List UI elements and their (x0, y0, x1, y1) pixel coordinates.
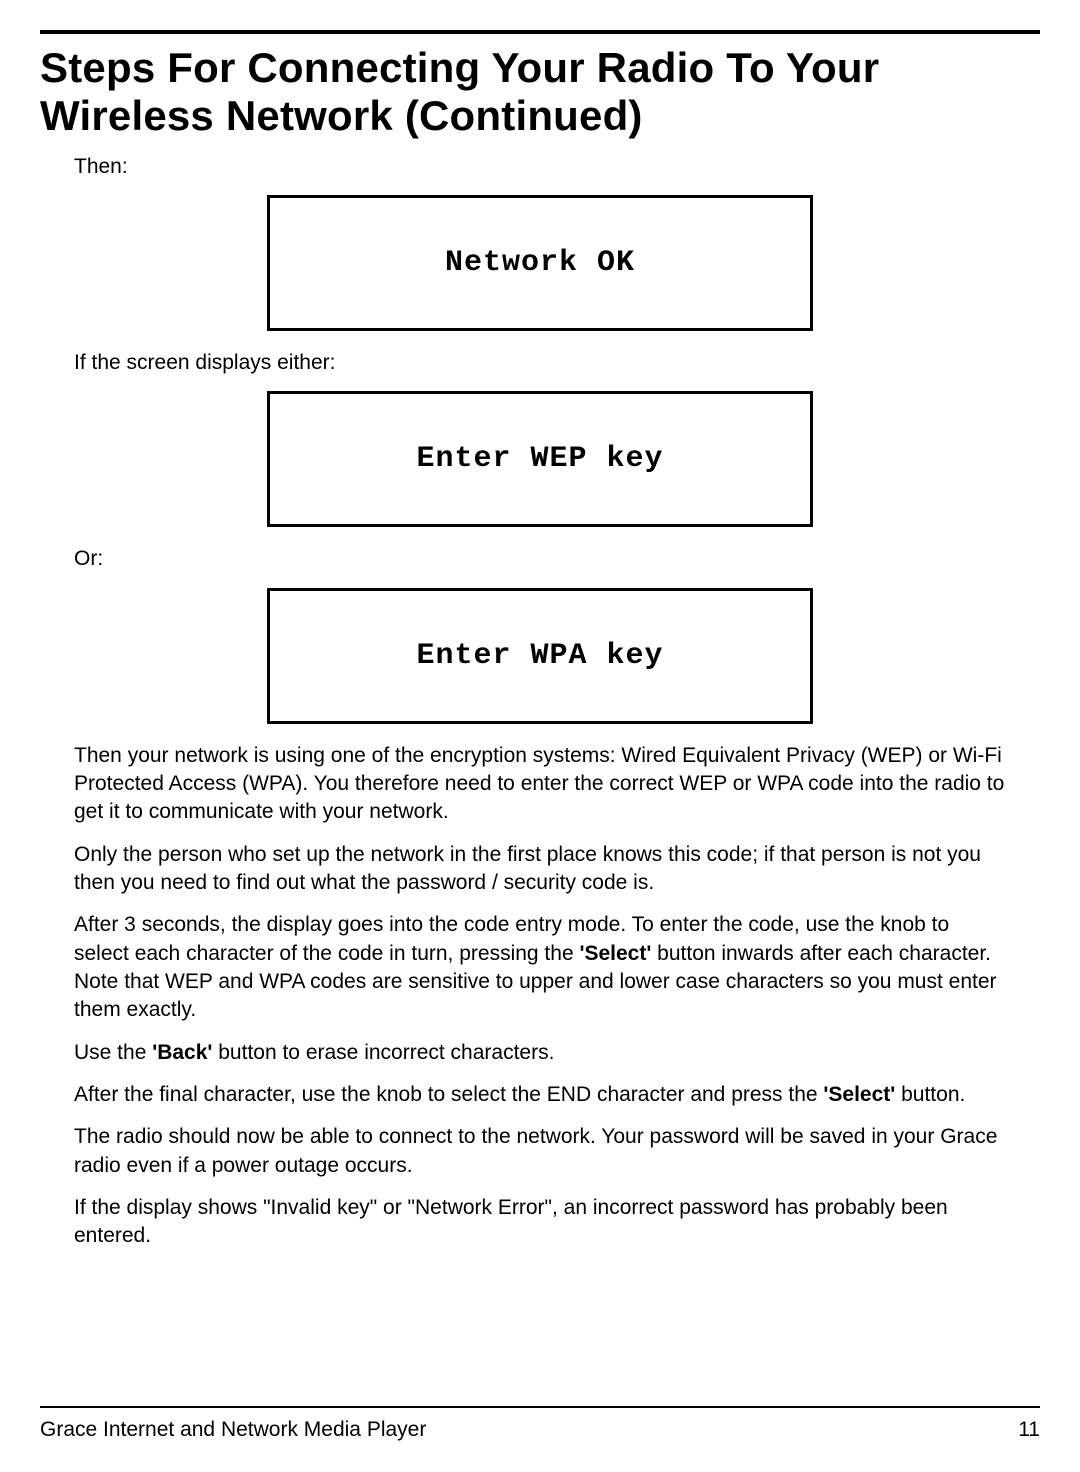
top-rule (40, 30, 1040, 34)
label-if-screen: If the screen displays either: (74, 349, 1006, 377)
paragraph-connect: The radio should now be able to connect … (74, 1123, 1006, 1180)
select-button-ref: 'Select' (579, 942, 651, 965)
page-title: Steps For Connecting Your Radio To Your … (40, 44, 1040, 141)
back-button-ref: 'Back' (152, 1041, 212, 1064)
paragraph-code-entry: After 3 seconds, the display goes into t… (74, 911, 1006, 1024)
paragraph-owner: Only the person who set up the network i… (74, 841, 1006, 898)
lcd-text-enter-wpa: Enter WPA key (416, 639, 663, 673)
paragraph-back: Use the 'Back' button to erase incorrect… (74, 1039, 1006, 1067)
footer-page-number: 11 (1018, 1418, 1040, 1442)
label-or: Or: (74, 545, 1006, 573)
text: button to erase incorrect characters. (212, 1041, 554, 1064)
lcd-enter-wpa: Enter WPA key (267, 588, 813, 724)
lcd-text-network-ok: Network OK (445, 246, 635, 280)
text: Use the (74, 1041, 152, 1064)
lcd-enter-wep: Enter WEP key (267, 391, 813, 527)
select-button-ref-2: 'Select' (823, 1083, 895, 1106)
paragraph-end: After the final character, use the knob … (74, 1081, 1006, 1109)
manual-page: Steps For Connecting Your Radio To Your … (0, 0, 1080, 1472)
text: button. (895, 1083, 965, 1106)
label-then: Then: (74, 153, 1006, 181)
footer-product: Grace Internet and Network Media Player (40, 1418, 426, 1442)
footer-rule (40, 1406, 1040, 1408)
text: After the final character, use the knob … (74, 1083, 823, 1106)
page-footer: Grace Internet and Network Media Player … (40, 1406, 1040, 1442)
paragraph-invalid: If the display shows "Invalid key" or "N… (74, 1194, 1006, 1251)
lcd-text-enter-wep: Enter WEP key (416, 442, 663, 476)
paragraph-encryption: Then your network is using one of the en… (74, 742, 1006, 827)
lcd-network-ok: Network OK (267, 195, 813, 331)
